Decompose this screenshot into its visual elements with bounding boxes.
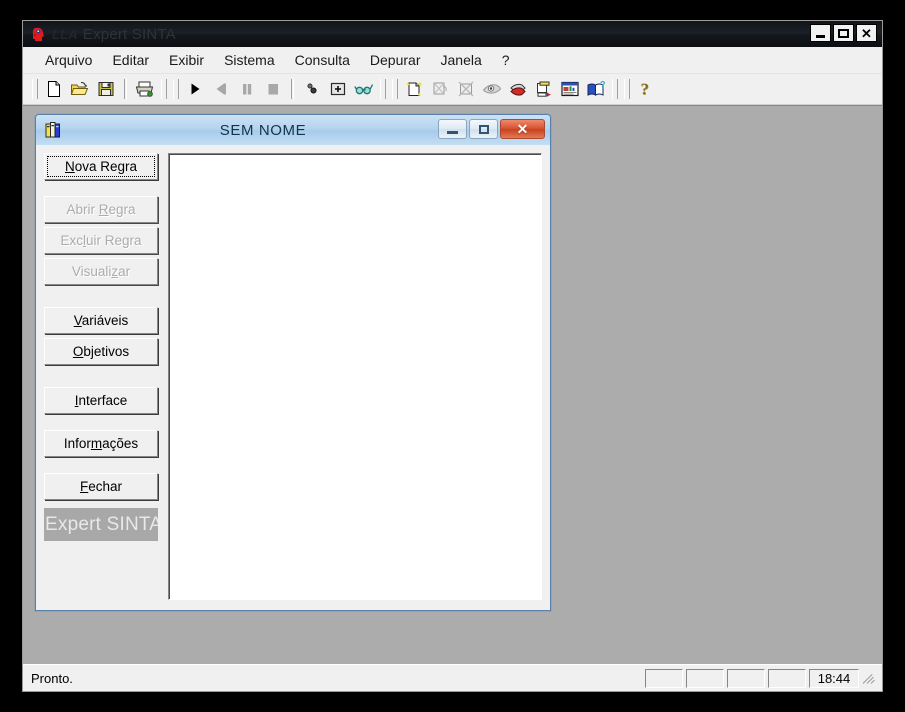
svg-text:?: ?: [600, 80, 606, 90]
new-rule-icon[interactable]: [401, 77, 427, 101]
inspect-glasses-icon[interactable]: [351, 77, 377, 101]
window-controls: ✕: [810, 24, 877, 42]
status-panel-1: [645, 668, 683, 688]
toolbar-grip[interactable]: [624, 79, 630, 99]
variables-icon[interactable]: [505, 77, 531, 101]
toolbar-grip[interactable]: [392, 79, 398, 99]
open-rule-icon[interactable]: [427, 77, 453, 101]
new-document-icon[interactable]: [41, 77, 67, 101]
title-label: Expert SINTA: [82, 25, 176, 43]
rules-listbox[interactable]: [168, 153, 542, 600]
step-back-icon[interactable]: [208, 77, 234, 101]
menu-sistema[interactable]: Sistema: [214, 49, 285, 71]
statusbar: Pronto. 18:44: [23, 664, 882, 691]
interface-button[interactable]: Interface: [44, 387, 158, 414]
fechar-button[interactable]: Fechar: [44, 473, 158, 500]
status-clock: 18:44: [809, 668, 859, 688]
toolbar-grip[interactable]: [161, 79, 167, 99]
child-minimize-button[interactable]: [438, 119, 467, 139]
visualizar-button[interactable]: Visualizar: [44, 258, 158, 285]
toolbar-separator: [124, 79, 127, 99]
menu-exibir[interactable]: Exibir: [159, 49, 214, 71]
nova-regra-button[interactable]: Nova Regra: [44, 153, 158, 180]
main-application-window: LLA Expert SINTA ✕ Arquivo Editar Exibir…: [22, 20, 883, 692]
books-icon: [44, 120, 64, 140]
menubar: Arquivo Editar Exibir Sistema Consulta D…: [23, 47, 882, 74]
excluir-regra-button[interactable]: Excluir Regra: [44, 227, 158, 254]
maximize-icon: [838, 28, 849, 38]
child-window-sem-nome: SEM NOME ✕ Nova Regra Abrir Regra Exclui…: [35, 114, 551, 611]
view-rule-eye-icon[interactable]: [479, 77, 505, 101]
toolbar-separator: [291, 79, 294, 99]
brand-label: Expert SINTA: [44, 508, 158, 541]
child-window-body: Nova Regra Abrir Regra Excluir Regra Vis…: [36, 145, 550, 610]
menu-arquivo[interactable]: Arquivo: [35, 49, 102, 71]
toolbar-grip[interactable]: [173, 79, 179, 99]
minimize-icon: [816, 35, 825, 38]
toolbar-grip[interactable]: [612, 79, 618, 99]
red-head-icon: [30, 25, 48, 43]
desktop-background: LLA Expert SINTA ✕ Arquivo Editar Exibir…: [0, 0, 905, 712]
close-icon: ✕: [861, 25, 872, 41]
close-button[interactable]: ✕: [856, 24, 877, 42]
menu-editar[interactable]: Editar: [102, 49, 159, 71]
child-maximize-button[interactable]: [469, 119, 498, 139]
open-folder-icon[interactable]: [67, 77, 93, 101]
child-close-button[interactable]: ✕: [500, 119, 545, 139]
information-book-icon[interactable]: ?: [583, 77, 609, 101]
print-icon[interactable]: [132, 77, 158, 101]
add-watch-icon[interactable]: [325, 77, 351, 101]
informacoes-button[interactable]: Informações: [44, 430, 158, 457]
stop-icon[interactable]: [260, 77, 286, 101]
child-titlebar[interactable]: SEM NOME ✕: [36, 115, 550, 145]
help-question-icon[interactable]: ? ?: [633, 77, 659, 101]
menu-help[interactable]: ?: [492, 49, 520, 71]
status-message: Pronto.: [31, 670, 73, 686]
maximize-button[interactable]: [833, 24, 854, 42]
main-title: LLA Expert SINTA: [52, 26, 176, 43]
pause-icon[interactable]: [234, 77, 260, 101]
child-close-icon: ✕: [516, 121, 529, 137]
status-panel-4: [768, 668, 806, 688]
status-panel-2: [686, 668, 724, 688]
variaveis-button[interactable]: Variáveis: [44, 307, 158, 334]
breakpoint-icon[interactable]: [299, 77, 325, 101]
menu-consulta[interactable]: Consulta: [285, 49, 360, 71]
objetivos-button[interactable]: Objetivos: [44, 338, 158, 365]
child-maximize-icon: [478, 124, 489, 134]
svg-text:?: ?: [640, 80, 649, 98]
delete-rule-icon[interactable]: [453, 77, 479, 101]
run-play-icon[interactable]: [182, 77, 208, 101]
menu-depurar[interactable]: Depurar: [360, 49, 431, 71]
abrir-regra-button[interactable]: Abrir Regra: [44, 196, 158, 223]
toolbar-grip[interactable]: [380, 79, 386, 99]
minimize-button[interactable]: [810, 24, 831, 42]
interface-icon[interactable]: [557, 77, 583, 101]
menu-janela[interactable]: Janela: [431, 49, 492, 71]
toolbar: ? ? ?: [23, 74, 882, 105]
title-prefix: LLA: [52, 26, 78, 42]
mdi-client-area: SEM NOME ✕ Nova Regra Abrir Regra Exclui…: [23, 105, 882, 664]
child-minimize-icon: [447, 130, 458, 134]
main-titlebar[interactable]: LLA Expert SINTA ✕: [23, 21, 882, 47]
status-panel-3: [727, 668, 765, 688]
child-window-controls: ✕: [438, 119, 545, 139]
action-button-column: Nova Regra Abrir Regra Excluir Regra Vis…: [44, 151, 158, 602]
toolbar-grip[interactable]: [32, 79, 38, 99]
resize-grip[interactable]: [862, 670, 878, 686]
objectives-icon[interactable]: [531, 77, 557, 101]
save-floppy-icon[interactable]: [93, 77, 119, 101]
